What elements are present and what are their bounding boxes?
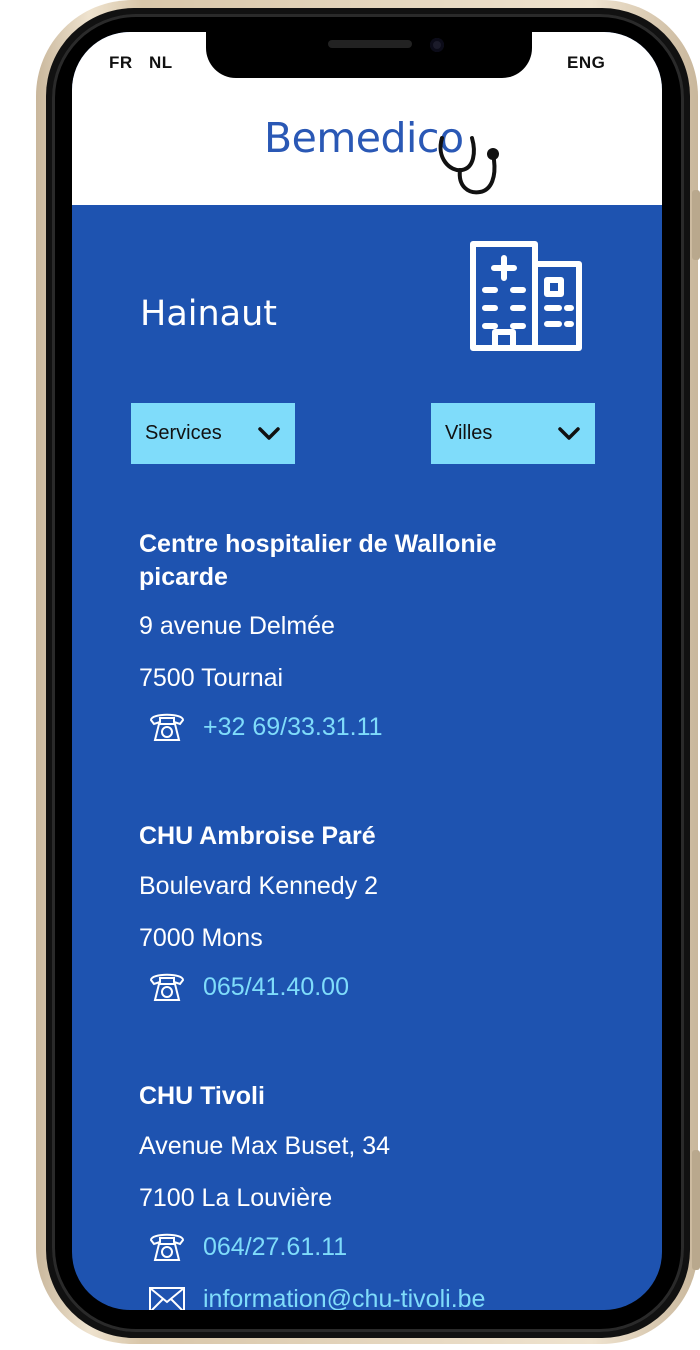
side-button	[692, 1150, 700, 1270]
side-button	[692, 190, 700, 260]
page-title: Hainaut	[140, 294, 278, 334]
services-dropdown-label: Services	[145, 422, 222, 444]
mail-icon	[149, 1287, 185, 1310]
hospital-city: 7100 La Louvière	[139, 1184, 333, 1212]
hospital-name[interactable]: Centre hospitalier de Wallonie picarde	[139, 528, 569, 594]
lang-fr-button[interactable]: FR	[109, 53, 133, 73]
hospital-name[interactable]: CHU Ambroise Paré	[139, 820, 639, 853]
phone-number[interactable]: 065/41.40.00	[203, 973, 349, 1002]
notch	[206, 32, 532, 78]
services-dropdown[interactable]: Services	[131, 403, 295, 464]
hospital-entry: CHU Tivoli Avenue Max Buset, 34 7100 La …	[139, 1080, 639, 1310]
hospital-address: Avenue Max Buset, 34	[139, 1132, 391, 1160]
phone-number[interactable]: 064/27.61.11	[203, 1233, 347, 1262]
speaker	[328, 40, 412, 48]
hospital-address: Boulevard Kennedy 2	[139, 872, 379, 900]
email-address[interactable]: information@chu-tivoli.be	[203, 1285, 485, 1311]
chevron-down-icon	[258, 427, 280, 440]
phone-link[interactable]: +32 69/33.31.11	[147, 710, 383, 744]
telephone-icon	[149, 973, 185, 1001]
hospital-city: 7000 Mons	[139, 924, 263, 952]
hospital-entry: Centre hospitalier de Wallonie picarde 9…	[139, 528, 639, 741]
telephone-icon	[149, 1233, 185, 1261]
phone-link[interactable]: 064/27.61.11	[147, 1230, 347, 1264]
villes-dropdown-label: Villes	[445, 422, 493, 444]
email-link[interactable]: information@chu-tivoli.be	[147, 1282, 485, 1310]
hospital-city: 7500 Tournai	[139, 664, 284, 692]
app-screen: FR NL ENG Bemedico Hainaut Services Vill…	[72, 32, 662, 1310]
lang-nl-button[interactable]: NL	[149, 53, 173, 73]
lang-en-button[interactable]: ENG	[567, 53, 605, 73]
chevron-down-icon	[558, 427, 580, 440]
hospital-address: 9 avenue Delmée	[139, 612, 335, 640]
hospital-building-icon	[470, 241, 582, 351]
hospital-entry: CHU Ambroise Paré Boulevard Kennedy 2 70…	[139, 820, 639, 1001]
stethoscope-icon	[438, 136, 499, 195]
telephone-icon	[149, 713, 185, 741]
phone-number[interactable]: +32 69/33.31.11	[203, 713, 383, 742]
villes-dropdown[interactable]: Villes	[431, 403, 595, 464]
phone-link[interactable]: 065/41.40.00	[147, 970, 349, 1004]
front-camera	[430, 38, 444, 52]
hospital-name[interactable]: CHU Tivoli	[139, 1080, 639, 1113]
